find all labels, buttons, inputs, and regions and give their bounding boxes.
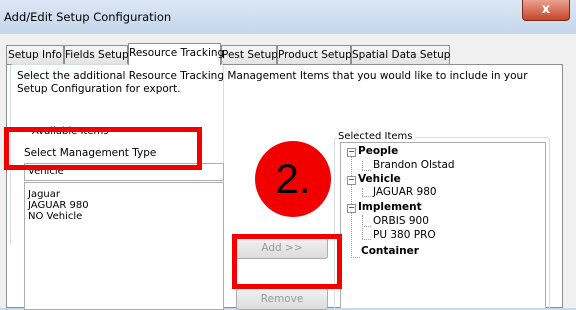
list-item[interactable]: NO Vehicle — [25, 211, 223, 222]
remove-button[interactable]: Remove — [236, 288, 328, 310]
tab-resource-tracking[interactable]: Resource Tracking — [128, 43, 224, 65]
tab-setup-info[interactable]: Setup Info — [6, 45, 64, 64]
highlight-add-button — [232, 234, 342, 289]
tree-node-people[interactable]: People — [358, 145, 398, 157]
list-item[interactable]: Jaguar — [25, 189, 223, 200]
tree-node-container[interactable]: Container — [361, 245, 419, 257]
tab-spatial-data-setup[interactable]: Spatial Data Setup — [351, 45, 450, 64]
tree-connector — [362, 239, 371, 240]
step-number-badge: 2. — [255, 141, 331, 217]
tree-connector — [362, 226, 371, 227]
collapse-icon[interactable]: − — [347, 176, 356, 185]
close-button[interactable]: x — [522, 0, 570, 21]
selected-items-label: Selected Items — [336, 131, 415, 142]
collapse-icon[interactable]: − — [347, 204, 356, 213]
tree-node-child[interactable]: Brandon Olstad — [373, 159, 455, 171]
available-items-list[interactable]: Jaguar JAGUAR 980 NO Vehicle — [24, 182, 224, 310]
close-icon: x — [541, 2, 551, 17]
tree-node-implement[interactable]: Implement — [358, 201, 422, 213]
window-title: Add/Edit Setup Configuration — [4, 10, 172, 24]
tree-connector — [362, 215, 363, 239]
selected-items-tree[interactable]: − People Brandon Olstad − Vehicle JAGUAR… — [340, 142, 546, 308]
tree-node-child[interactable]: JAGUAR 980 — [373, 186, 437, 198]
tab-fields-setup[interactable]: Fields Setup — [64, 45, 129, 64]
tree-connector — [351, 257, 360, 258]
tree-node-child[interactable]: ORBIS 900 — [373, 215, 429, 227]
tree-connector — [362, 188, 363, 196]
window-titlebar: Add/Edit Setup Configuration x — [0, 0, 576, 34]
tab-pest-setup[interactable]: Pest Setup — [221, 45, 278, 64]
tree-connector — [362, 196, 371, 197]
tree-node-child[interactable]: PU 380 PRO — [373, 229, 436, 241]
collapse-icon[interactable]: − — [347, 148, 356, 157]
tree-connector — [362, 170, 371, 171]
tree-node-vehicle[interactable]: Vehicle — [358, 173, 401, 185]
list-item[interactable]: JAGUAR 980 — [25, 200, 223, 211]
tree-connector — [362, 161, 363, 170]
tab-product-setup[interactable]: Product Setup — [277, 45, 352, 64]
highlight-management-type — [4, 127, 202, 170]
